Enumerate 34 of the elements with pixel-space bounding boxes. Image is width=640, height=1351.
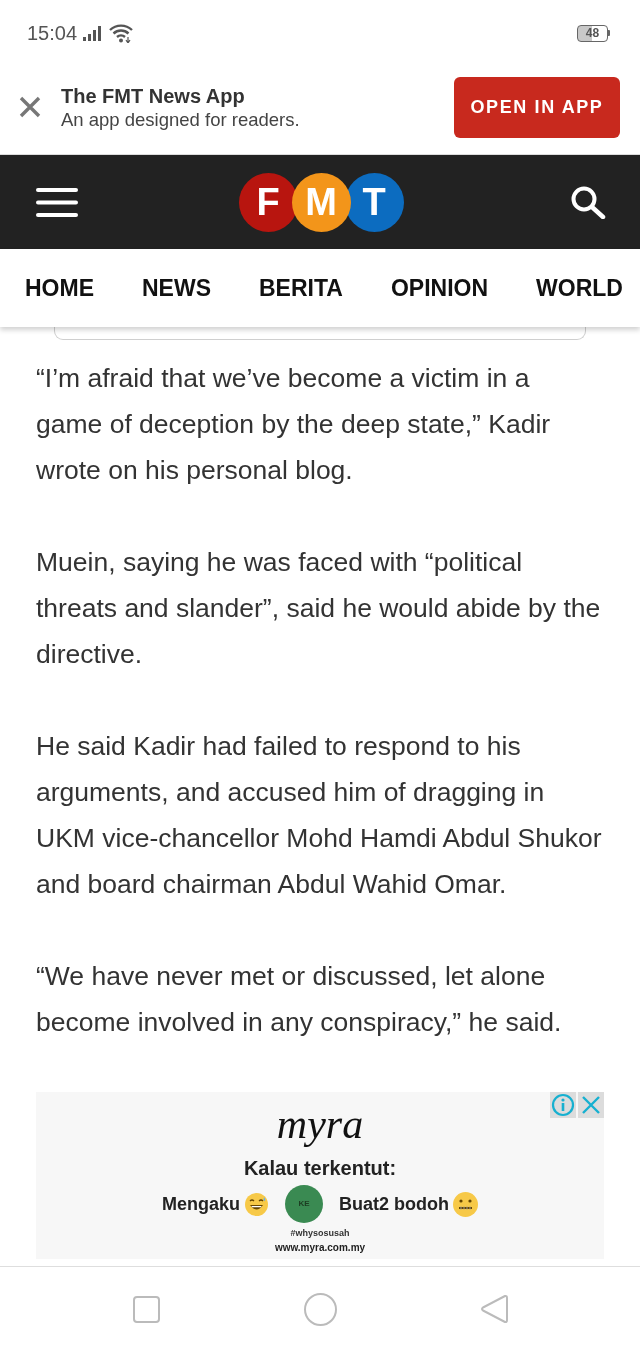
wifi-icon bbox=[109, 23, 135, 43]
menu-icon[interactable] bbox=[36, 187, 78, 217]
nav-tab[interactable]: OPINION bbox=[390, 276, 489, 300]
close-icon[interactable] bbox=[578, 1092, 604, 1118]
ad-option: Mengaku bbox=[162, 1195, 240, 1213]
battery-indicator: 48 bbox=[577, 24, 610, 42]
logo-letter: M bbox=[291, 172, 351, 232]
laughing-face-icon bbox=[245, 1192, 268, 1216]
brand-logo: myra bbox=[276, 1100, 364, 1149]
ad-hashtag: #whysosusah bbox=[290, 1228, 350, 1239]
article-paragraph: “We have never met or discussed, let alone become involved in any conspiracy,” he said. bbox=[36, 960, 563, 1039]
ad-url: www.myra.com.my bbox=[274, 1242, 366, 1254]
close-icon[interactable] bbox=[19, 96, 41, 118]
recent-apps-icon[interactable] bbox=[132, 1295, 160, 1323]
article-paragraph: He said Kadir had failed to respond to his arguments, and accused him of dragging in UKM vice-chancellor Mohd Hamdi Abdul Shukor and board chairman Abdul Wahid Omar. bbox=[36, 730, 602, 901]
ad-badge: KE bbox=[285, 1185, 323, 1223]
ad-option: Buat2 bodoh bbox=[339, 1195, 449, 1213]
zipper-mouth-face-icon bbox=[453, 1191, 478, 1217]
article-paragraph: Muein, saying he was faced with “political threats and slander”, said he would abide by the directive. bbox=[36, 546, 602, 671]
banner-subtitle: An app designed for readers. bbox=[61, 109, 300, 131]
home-icon[interactable] bbox=[303, 1292, 337, 1326]
article-paragraph: “I’m afraid that we’ve become a victim in a game of deception by the deep state,” Kadir wrote on his personal blog. bbox=[36, 362, 552, 487]
back-icon[interactable] bbox=[480, 1294, 508, 1324]
nav-tab[interactable]: HOME bbox=[25, 276, 94, 300]
banner-title: The FMT News App bbox=[61, 84, 245, 109]
nav-tab[interactable]: BERITA bbox=[259, 276, 343, 300]
nav-tab[interactable]: NEWS bbox=[142, 276, 211, 300]
status-time: 15:04 bbox=[27, 23, 78, 43]
nav-tab[interactable]: WORLD bbox=[536, 276, 623, 300]
info-icon[interactable] bbox=[550, 1092, 576, 1118]
open-in-app-button[interactable]: OPEN IN APP bbox=[454, 76, 620, 138]
ad-headline: Kalau terkentut: bbox=[243, 1156, 397, 1180]
signal-icon bbox=[83, 25, 104, 41]
search-icon[interactable] bbox=[571, 185, 606, 219]
